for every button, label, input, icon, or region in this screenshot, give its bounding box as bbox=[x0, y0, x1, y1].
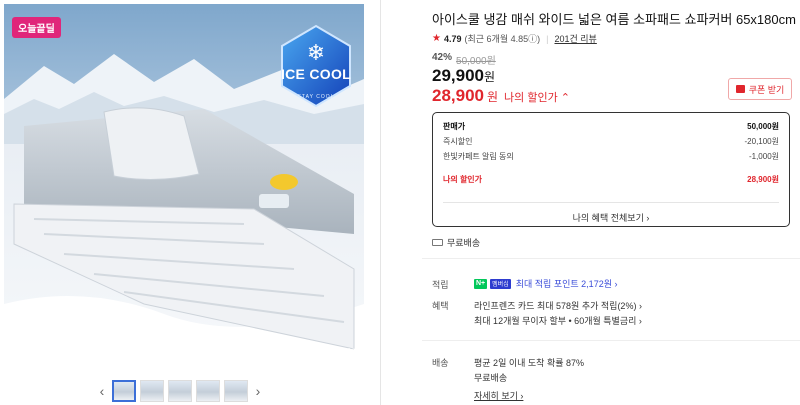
thumbnail[interactable] bbox=[168, 380, 192, 402]
thumbnail-strip: ‹ › bbox=[96, 380, 264, 402]
delivery-detail-link[interactable]: 자세히 보기 › bbox=[474, 389, 523, 402]
view-all-benefits-link[interactable]: 나의 혜택 전체보기 › bbox=[443, 211, 779, 224]
my-price-value: 28,900 bbox=[432, 86, 484, 105]
divider bbox=[443, 202, 779, 203]
original-price: 50,000원 bbox=[456, 56, 496, 67]
price-row: 즉시할인 -20,100원 bbox=[443, 134, 779, 149]
truck-icon bbox=[432, 239, 443, 246]
sale-price-unit: 원 bbox=[484, 70, 496, 84]
stay-cool-label: STAY COOL bbox=[297, 94, 335, 100]
free-shipping-label: 무료배송 bbox=[447, 238, 481, 248]
column-divider bbox=[380, 0, 381, 405]
thumbnail[interactable] bbox=[196, 380, 220, 402]
section-divider bbox=[422, 340, 800, 341]
rating-value: 4.79 bbox=[443, 33, 462, 44]
image-counter: 1/9 bbox=[346, 347, 358, 356]
star-icon: ★ bbox=[432, 33, 441, 44]
price-row: 판매가 50,000원 bbox=[443, 119, 779, 134]
free-shipping-info: 무료배송 bbox=[432, 236, 480, 249]
final-price-label: 나의 할인가 bbox=[443, 174, 483, 184]
chevron-left-icon[interactable]: ‹ bbox=[96, 380, 108, 402]
price-row-label: 판매가 bbox=[443, 122, 466, 131]
coupon-button[interactable]: 쿠폰 받기 bbox=[728, 78, 792, 100]
my-price-label[interactable]: 나의 할인가 ⌃ bbox=[504, 89, 570, 105]
product-title: 아이스쿨 냉감 매쉬 와이드 넓은 여름 소파패드 쇼파커버 65x180cm bbox=[432, 12, 796, 27]
product-main-image[interactable]: ❄ 오늘끝딜 ICE COOL STAY COOL 1/9 bbox=[4, 4, 364, 372]
ice-cool-label: ICE COOL bbox=[280, 66, 352, 82]
my-discount-price[interactable]: 28,900 원 나의 할인가 ⌃ bbox=[432, 86, 570, 106]
review-count-link[interactable]: 201건 리뷰 bbox=[554, 32, 596, 45]
coupon-icon bbox=[735, 85, 745, 93]
my-price-unit: 원 bbox=[487, 90, 499, 104]
final-price-value: 28,900원 bbox=[747, 174, 779, 184]
price-breakdown-box: 판매가 50,000원 즉시할인 -20,100원 한빛카페트 알림 동의 -1… bbox=[432, 112, 790, 227]
price-row-label: 즉시할인 bbox=[443, 137, 473, 146]
final-price-row: 나의 할인가 28,900원 bbox=[443, 164, 779, 194]
thumbnail[interactable] bbox=[140, 380, 164, 402]
svg-text:❄: ❄ bbox=[307, 41, 325, 66]
points-text: 최대 적립 포인트 2,172원 › bbox=[515, 279, 618, 289]
delivery-label: 배송 bbox=[432, 358, 449, 368]
price-row-value: -1,000원 bbox=[748, 152, 779, 161]
membership-badge: 멤버십 bbox=[490, 278, 511, 289]
installment-benefit-link[interactable]: 최대 12개월 무이자 할부 • 60개월 특별금리 › bbox=[474, 314, 642, 327]
delivery-free: 무료배송 bbox=[474, 373, 508, 383]
card-benefit-link[interactable]: 라인프렌즈 카드 최대 578원 추가 적립(2%) › bbox=[474, 299, 642, 312]
thumbnail[interactable] bbox=[112, 380, 136, 402]
section-divider bbox=[422, 258, 800, 259]
separator: | bbox=[546, 33, 549, 44]
points-link[interactable]: N+ 멤버십 최대 적립 포인트 2,172원 › bbox=[474, 277, 617, 290]
sale-price: 29,900원 bbox=[432, 66, 495, 86]
rating-row: ★ 4.79 (최근 6개월 4.85ⓘ) | 201건 리뷰 bbox=[432, 32, 597, 45]
coupon-label: 쿠폰 받기 bbox=[748, 84, 785, 95]
price-row-value: -20,100원 bbox=[744, 137, 780, 146]
chevron-right-icon[interactable]: › bbox=[252, 380, 264, 402]
points-label: 적립 bbox=[432, 280, 449, 290]
benefits-label: 혜택 bbox=[432, 301, 449, 311]
price-row: 한빛카페트 알림 동의 -1,000원 bbox=[443, 149, 779, 164]
discount-row: 42% 50,000원 bbox=[432, 52, 496, 67]
product-photo: ❄ bbox=[4, 4, 364, 372]
thumbnail[interactable] bbox=[224, 380, 248, 402]
price-row-value: 50,000원 bbox=[747, 122, 779, 131]
discount-rate: 42% bbox=[432, 52, 453, 63]
rating-detail: (최근 6개월 4.85ⓘ) bbox=[464, 34, 541, 44]
price-row-label: 한빛카페트 알림 동의 bbox=[443, 152, 514, 161]
npay-plus-icon: N+ bbox=[474, 278, 488, 289]
today-deal-badge: 오늘끝딜 bbox=[12, 17, 61, 38]
delivery-probability: 평균 2일 이내 도착 확률 87% bbox=[474, 358, 585, 368]
sale-price-value: 29,900 bbox=[432, 66, 484, 85]
